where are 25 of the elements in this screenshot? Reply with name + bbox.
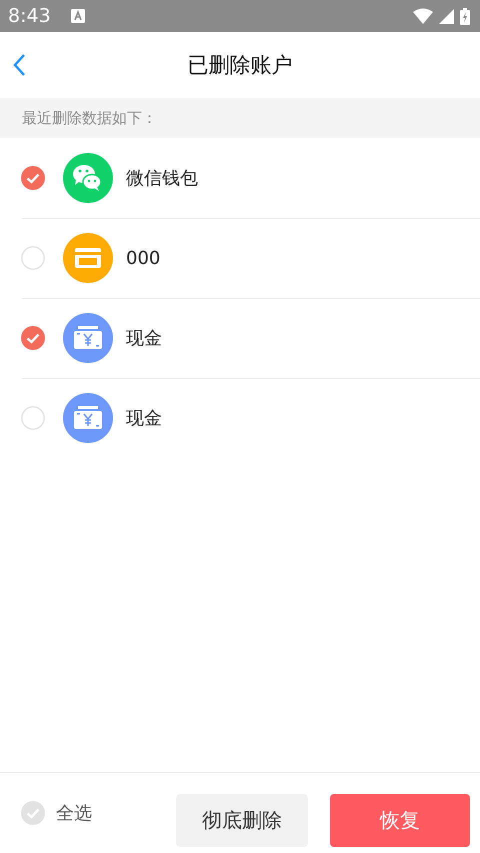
checkbox[interactable] — [21, 166, 45, 190]
account-row[interactable]: 000 — [0, 218, 480, 298]
account-row[interactable]: 微信钱包 — [0, 138, 480, 218]
checkbox[interactable] — [21, 326, 45, 350]
cash-icon — [63, 393, 113, 443]
checkbox[interactable] — [21, 406, 45, 430]
page-title: 已删除账户 — [188, 52, 292, 79]
delete-button[interactable]: 彻底删除 — [176, 794, 308, 846]
account-name: 现金 — [126, 407, 162, 430]
select-all-toggle[interactable]: 全选 — [21, 801, 92, 825]
vip-card-icon — [63, 233, 113, 283]
battery-icon — [460, 8, 470, 24]
section-label: 最近删除数据如下： — [22, 108, 157, 128]
wifi-icon — [413, 8, 433, 24]
account-row[interactable]: 现金 — [0, 378, 480, 458]
account-name: 微信钱包 — [126, 167, 198, 190]
account-name: 现金 — [126, 327, 162, 350]
account-row[interactable]: 现金 — [0, 298, 480, 378]
chat-bubbles-icon — [63, 153, 113, 203]
account-name: 000 — [126, 248, 160, 268]
notification-icon — [70, 9, 85, 23]
clock-time: 8:43 — [8, 5, 51, 27]
checkbox[interactable] — [21, 246, 45, 270]
signal-icon — [439, 8, 454, 24]
cash-icon — [63, 313, 113, 363]
